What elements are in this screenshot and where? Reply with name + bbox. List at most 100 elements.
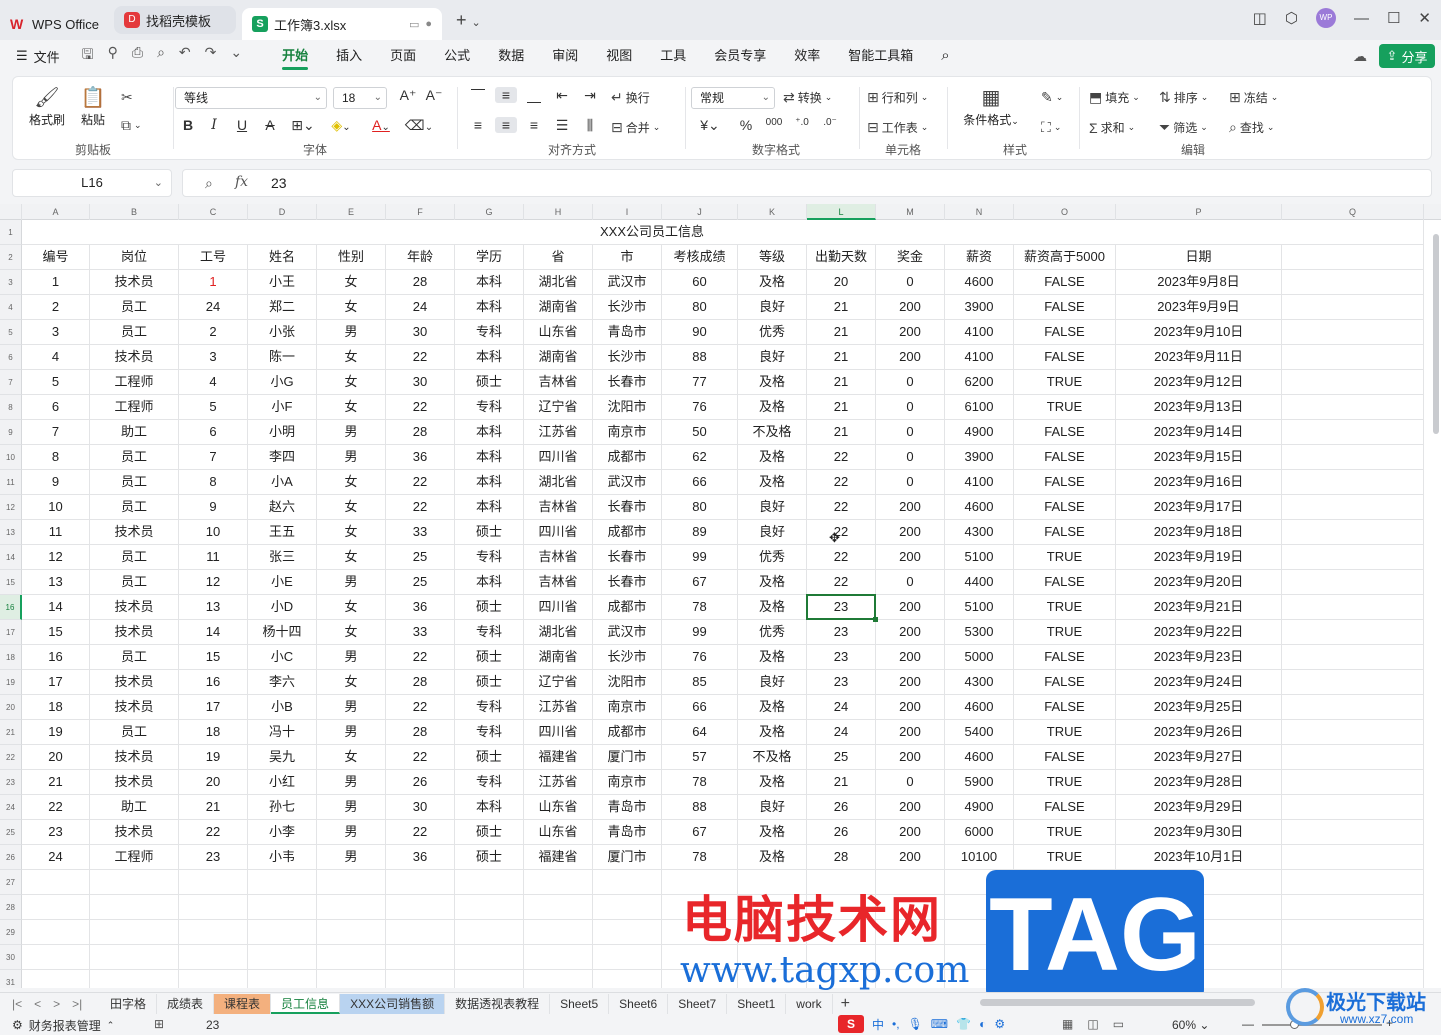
next-sheet-icon[interactable]: >: [53, 997, 60, 1011]
cell-D25[interactable]: 小李: [248, 820, 317, 845]
cell-E23[interactable]: 男: [317, 770, 386, 795]
cell-N23[interactable]: 5900: [945, 770, 1014, 795]
cell-N17[interactable]: 5300: [945, 620, 1014, 645]
clear-format-icon[interactable]: ⌫⌄: [403, 117, 435, 134]
cell-C6[interactable]: 3: [179, 345, 248, 370]
cell-C28[interactable]: [179, 895, 248, 920]
decrease-indent-icon[interactable]: ⇤: [551, 87, 573, 104]
cell-D3[interactable]: 小王: [248, 270, 317, 295]
cell-N20[interactable]: 4600: [945, 695, 1014, 720]
cell-H16[interactable]: 四川省: [524, 595, 593, 620]
cell-L24[interactable]: 26: [807, 795, 876, 820]
cell-I29[interactable]: [593, 920, 662, 945]
name-box[interactable]: L16 ⌄: [12, 169, 172, 197]
cell-D17[interactable]: 杨十四: [248, 620, 317, 645]
cell-O8[interactable]: TRUE: [1014, 395, 1116, 420]
cell-N4[interactable]: 3900: [945, 295, 1014, 320]
cell-E4[interactable]: 女: [317, 295, 386, 320]
cell-Q5[interactable]: [1282, 320, 1424, 345]
tab-menu-3[interactable]: 公式: [430, 40, 484, 72]
cell-H3[interactable]: 湖北省: [524, 270, 593, 295]
row-header-14[interactable]: 14: [0, 545, 22, 570]
cell-J14[interactable]: 99: [662, 545, 738, 570]
thousands-icon[interactable]: 000: [763, 117, 785, 128]
cell-H20[interactable]: 江苏省: [524, 695, 593, 720]
cell-P16[interactable]: 2023年9月21日: [1116, 595, 1282, 620]
cell-J9[interactable]: 50: [662, 420, 738, 445]
cell-L17[interactable]: 23: [807, 620, 876, 645]
column-header-L[interactable]: L: [807, 204, 876, 220]
cell-B28[interactable]: [90, 895, 179, 920]
cell-B2[interactable]: 岗位: [90, 245, 179, 270]
cell-E26[interactable]: 男: [317, 845, 386, 870]
mic-icon[interactable]: 🎙: [908, 1017, 923, 1031]
cell-D4[interactable]: 郑二: [248, 295, 317, 320]
cell-Q21[interactable]: [1282, 720, 1424, 745]
cell-I26[interactable]: 厦门市: [593, 845, 662, 870]
cell-C24[interactable]: 21: [179, 795, 248, 820]
column-header-P[interactable]: P: [1116, 204, 1282, 220]
cell-N18[interactable]: 5000: [945, 645, 1014, 670]
cell-J12[interactable]: 80: [662, 495, 738, 520]
status-mode[interactable]: ⚙ 财务报表管理 ⌃: [12, 1017, 114, 1034]
cell-J26[interactable]: 78: [662, 845, 738, 870]
cell-C13[interactable]: 10: [179, 520, 248, 545]
tab-menu-2[interactable]: 页面: [376, 40, 430, 72]
cell-Q13[interactable]: [1282, 520, 1424, 545]
cell-J2[interactable]: 考核成绩: [662, 245, 738, 270]
row-header-5[interactable]: 5: [0, 320, 22, 345]
border-icon[interactable]: ⊞⌄: [287, 117, 319, 134]
cell-I5[interactable]: 青岛市: [593, 320, 662, 345]
cell-I15[interactable]: 长春市: [593, 570, 662, 595]
cell-K11[interactable]: 及格: [738, 470, 807, 495]
cell-Q11[interactable]: [1282, 470, 1424, 495]
cell-G19[interactable]: 硕士: [455, 670, 524, 695]
cell-B11[interactable]: 员工: [90, 470, 179, 495]
cell-I10[interactable]: 成都市: [593, 445, 662, 470]
cell-E30[interactable]: [317, 945, 386, 970]
cell-A6[interactable]: 4: [22, 345, 90, 370]
print-icon[interactable]: ⎙: [132, 44, 143, 68]
cell-E5[interactable]: 男: [317, 320, 386, 345]
cell-L26[interactable]: 28: [807, 845, 876, 870]
undo-icon[interactable]: ↶: [179, 44, 191, 68]
cell-H7[interactable]: 吉林省: [524, 370, 593, 395]
cell-J10[interactable]: 62: [662, 445, 738, 470]
sheet-tab-7[interactable]: Sheet6: [609, 993, 669, 1014]
cell-H23[interactable]: 江苏省: [524, 770, 593, 795]
cell-M7[interactable]: 0: [876, 370, 945, 395]
column-header-N[interactable]: N: [945, 204, 1014, 220]
cell-C4[interactable]: 24: [179, 295, 248, 320]
cell-C17[interactable]: 14: [179, 620, 248, 645]
cell-H4[interactable]: 湖南省: [524, 295, 593, 320]
cell-A14[interactable]: 12: [22, 545, 90, 570]
cell-G11[interactable]: 本科: [455, 470, 524, 495]
cell-P6[interactable]: 2023年9月11日: [1116, 345, 1282, 370]
cell-F18[interactable]: 22: [386, 645, 455, 670]
column-header-H[interactable]: H: [524, 204, 593, 220]
align-bottom-icon[interactable]: ⎽: [523, 87, 545, 104]
cell-B12[interactable]: 员工: [90, 495, 179, 520]
cell-H22[interactable]: 福建省: [524, 745, 593, 770]
cell-C5[interactable]: 2: [179, 320, 248, 345]
cell-I8[interactable]: 沈阳市: [593, 395, 662, 420]
cell-F8[interactable]: 22: [386, 395, 455, 420]
zoom-out-icon[interactable]: —: [1242, 1017, 1254, 1031]
cell-M21[interactable]: 200: [876, 720, 945, 745]
cell-C10[interactable]: 7: [179, 445, 248, 470]
layout-icon[interactable]: ◫: [1253, 9, 1267, 27]
sheet-tab-3[interactable]: 员工信息: [271, 993, 341, 1014]
cell-E28[interactable]: [317, 895, 386, 920]
cell-H6[interactable]: 湖南省: [524, 345, 593, 370]
sheet-tab-5[interactable]: 数据透视表教程: [445, 993, 551, 1014]
row-header-15[interactable]: 15: [0, 570, 22, 595]
cell-B23[interactable]: 技术员: [90, 770, 179, 795]
cell-N6[interactable]: 4100: [945, 345, 1014, 370]
last-sheet-icon[interactable]: >|: [72, 997, 82, 1011]
cell-L9[interactable]: 21: [807, 420, 876, 445]
cell-M19[interactable]: 200: [876, 670, 945, 695]
cell-F29[interactable]: [386, 920, 455, 945]
cell-A23[interactable]: 21: [22, 770, 90, 795]
cell-H11[interactable]: 湖北省: [524, 470, 593, 495]
cell-A2[interactable]: 编号: [22, 245, 90, 270]
